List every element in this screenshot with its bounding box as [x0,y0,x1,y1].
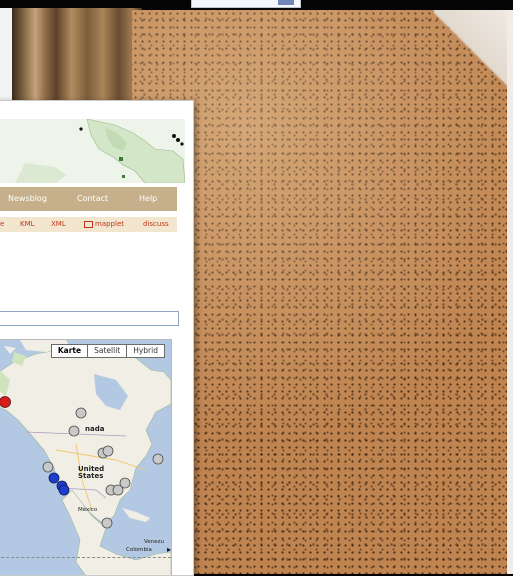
map-label-us-line2: States [78,472,104,480]
red-marker-icon[interactable] [0,396,11,408]
blue-marker-icon[interactable] [58,484,70,496]
banner-marker [176,138,180,142]
blue-marker-icon[interactable] [48,472,60,484]
nav-newsblog[interactable]: Newsblog [8,187,47,211]
nav-contact[interactable]: Contact [77,187,108,211]
banner-marker [122,175,125,178]
grey-marker-icon[interactable] [75,407,87,419]
cover-right-edge [507,10,513,574]
scrollbar[interactable] [191,0,301,8]
google-map[interactable]: Karte Satellit Hybrid nada United States… [0,339,172,575]
export-links-bar: e KML XML mapplet discuss [0,217,177,232]
map-boundary-line [0,557,171,558]
link-mapplet[interactable]: mapplet [84,217,124,232]
link-mapplet-label: mapplet [95,220,124,228]
scrollbar-thumb[interactable] [278,0,294,5]
link-xml[interactable]: XML [51,217,66,232]
banner-marker [79,127,83,131]
link-kml[interactable]: KML [20,217,35,232]
search-input[interactable] [0,311,179,326]
web-page-window: Newsblog Contact Help e KML XML mapplet … [0,100,194,576]
link-partial[interactable]: e [0,217,4,232]
banner-marker [172,134,176,138]
nav-help[interactable]: Help [139,187,157,211]
map-label-mexico: México [78,507,98,513]
header-banner-map [0,119,185,183]
grey-marker-icon[interactable] [102,445,114,457]
grey-marker-icon[interactable] [42,461,54,473]
map-type-hybrid[interactable]: Hybrid [126,344,165,358]
map-label-canada: nada [85,425,105,433]
map-label-colombia: Colombia [126,547,152,553]
main-nav: Newsblog Contact Help [0,187,177,211]
link-discuss[interactable]: discuss [143,217,169,232]
banner-marker [119,157,123,161]
grey-marker-icon[interactable] [68,425,80,437]
map-type-control: Karte Satellit Hybrid [50,344,165,358]
world-map-banner-graphic [15,119,185,183]
map-type-karte[interactable]: Karte [50,344,89,358]
grey-marker-icon[interactable] [119,477,131,489]
grey-marker-icon[interactable] [152,453,164,465]
mapplet-icon [84,220,93,228]
cover-corner [434,10,513,98]
map-label-venezuela: Venezu [144,539,164,545]
pan-right-arrow-icon[interactable]: ▸ [167,545,171,554]
banner-marker [180,142,184,146]
grey-marker-icon[interactable] [101,517,113,529]
map-type-satellit[interactable]: Satellit [87,344,128,358]
